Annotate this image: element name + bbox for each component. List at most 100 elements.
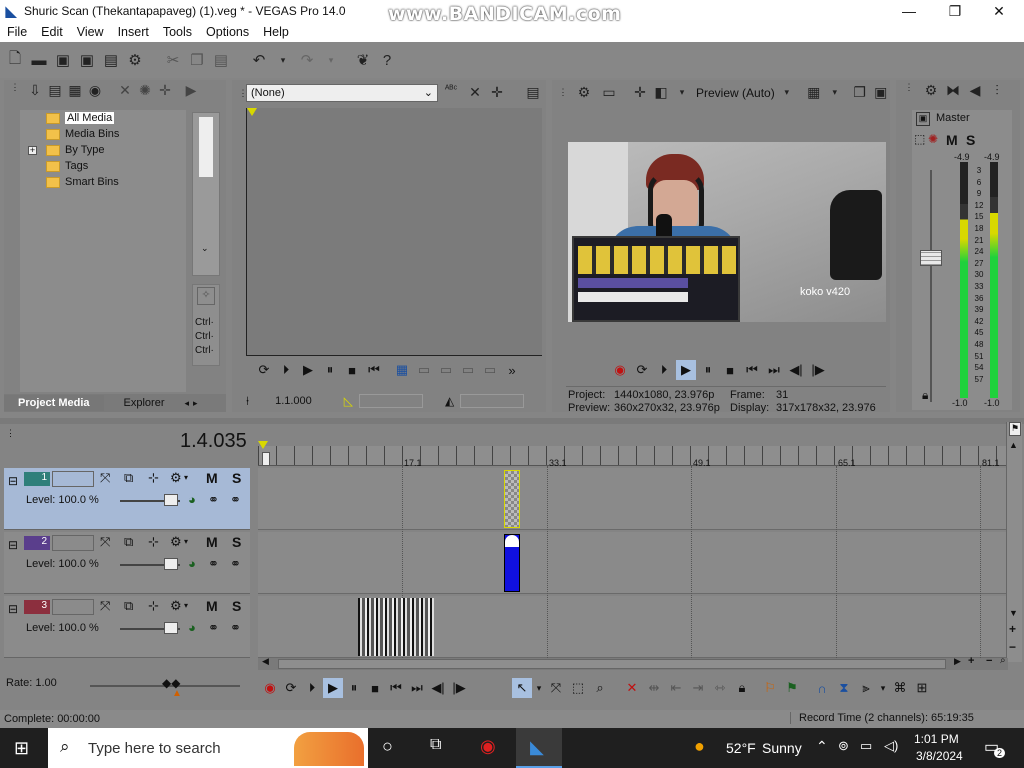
video-clip[interactable] <box>504 534 520 592</box>
add-before-icon[interactable]: ▭ <box>414 360 434 380</box>
scroll-down-icon[interactable]: ⌄ <box>201 243 209 254</box>
compositing-mode-icon[interactable]: ⊹ <box>148 470 159 486</box>
mixer-settings-icon[interactable]: ⫶ <box>988 82 1006 99</box>
new-file-icon[interactable]: 🗋 <box>6 50 24 69</box>
track-lane-2[interactable] <box>258 532 1008 594</box>
media-generator-icon[interactable]: ✛ <box>156 82 174 99</box>
zoom-tool-icon[interactable]: ⌕ <box>590 678 610 698</box>
master-fx-icon[interactable]: ▣ <box>916 112 930 126</box>
track-header-2[interactable]: ⊟ 2 ⤧ ⧉ ⊹ ⚙ ▾ M S Level: 100.0 % ◕ ⚭ ⚭ <box>4 532 250 594</box>
go-to-start-icon[interactable]: ⏮ <box>364 360 384 380</box>
track-gear-dropdown-icon[interactable]: ▾ <box>184 601 188 610</box>
scroll-up-icon[interactable]: ▲ <box>1009 440 1018 450</box>
trimmer-close-icon[interactable]: ✕ <box>466 84 484 101</box>
pause-icon[interactable]: ⏸ <box>698 360 718 380</box>
make-compositing-child-icon[interactable]: ⚭ <box>208 556 219 572</box>
level-slider-thumb[interactable] <box>164 558 178 570</box>
solo-button[interactable]: S <box>232 598 241 614</box>
zoom-out-icon[interactable]: − <box>986 655 992 667</box>
go-to-start-icon[interactable]: ⏮ <box>386 678 406 698</box>
go-to-end-icon[interactable]: ⏭ <box>764 360 784 380</box>
quality-dropdown-icon[interactable]: ▾ <box>778 87 796 98</box>
volume-icon[interactable]: ◁) <box>884 738 898 754</box>
timeline-horizontal-scrollbar[interactable]: ◀ ▶ + − ⌕ <box>258 655 1008 670</box>
previous-frame-icon[interactable]: ◀| <box>428 678 448 698</box>
tab-project-media[interactable]: Project Media <box>4 395 104 411</box>
lock-icon[interactable]: 🔒︎ <box>922 388 928 403</box>
minimize-button[interactable]: — <box>886 0 932 22</box>
auto-crossfade-icon[interactable]: ⧗ <box>834 678 854 698</box>
track-motion-icon[interactable]: ⤧ <box>100 598 110 614</box>
master-fader-track[interactable] <box>930 170 932 402</box>
overlays-grid-icon[interactable]: ▦ <box>805 84 823 101</box>
bypass-motion-blur-icon[interactable]: ◕ <box>188 492 196 507</box>
master-fader-handle[interactable] <box>920 250 942 266</box>
track-name-field[interactable] <box>52 471 94 487</box>
level-slider-thumb[interactable] <box>164 622 178 634</box>
track-gear-icon[interactable]: ⚙ <box>170 598 182 614</box>
undo-dropdown-icon[interactable]: ▾ <box>274 51 292 69</box>
play-icon[interactable]: ▶ <box>298 360 318 380</box>
get-media-icon[interactable]: ▦ <box>66 82 84 99</box>
mute-button[interactable]: M <box>206 598 218 614</box>
ripple-dropdown-icon[interactable]: ▾ <box>878 678 888 698</box>
track-fx-icon[interactable]: ⧉ <box>124 598 133 614</box>
zoom-magnifier-icon[interactable]: ⌕ <box>1000 655 1006 666</box>
next-frame-icon[interactable]: |▶ <box>449 678 469 698</box>
media-scrollbar[interactable] <box>199 117 213 177</box>
insert-marker-icon[interactable]: ⚐ <box>760 678 780 698</box>
timeline-ruler[interactable] <box>258 446 1008 466</box>
tab-explorer[interactable]: Explorer <box>104 395 185 411</box>
spell-check-icon[interactable]: ᴬᴮᶜ <box>442 84 460 95</box>
redo-dropdown-icon[interactable]: ▾ <box>322 51 340 69</box>
cursor-position[interactable]: 1.4.035 <box>180 430 247 453</box>
zoom-in-icon[interactable]: + <box>968 655 974 667</box>
loop-icon[interactable]: ⟳ <box>281 678 301 698</box>
scroll-right-icon[interactable]: ▶ <box>954 656 961 667</box>
split-icon[interactable]: ⇿ <box>710 678 730 698</box>
make-compositing-parent-icon[interactable]: ⚭ <box>230 492 241 508</box>
track-name-field[interactable] <box>52 599 94 615</box>
zoom-in-vertical-icon[interactable]: + <box>1009 622 1016 636</box>
play-from-start-icon[interactable]: ⏵ <box>276 360 296 380</box>
lock-icon[interactable]: 🔒︎ <box>732 678 752 698</box>
normal-edit-tool-icon[interactable]: ↖ <box>512 678 532 698</box>
open-folder-icon[interactable]: ▬ <box>30 51 48 69</box>
maximize-button[interactable]: ❐ <box>932 0 978 22</box>
master-fx-chain-icon[interactable]: ⬚ <box>914 132 925 146</box>
weather-temperature[interactable]: 52°F <box>726 740 756 756</box>
go-to-start-icon[interactable]: ⏮ <box>742 360 762 380</box>
redo-icon[interactable]: ↷ <box>298 51 316 69</box>
cut-icon[interactable]: ✂ <box>164 51 182 69</box>
stop-icon[interactable]: ■ <box>720 360 740 380</box>
menu-edit[interactable]: Edit <box>41 25 63 39</box>
selection-field[interactable] <box>359 394 424 408</box>
envelope-tool-icon[interactable]: ⤧ <box>546 678 566 698</box>
edit-tool-dropdown-icon[interactable]: ▾ <box>534 678 544 698</box>
previous-frame-icon[interactable]: ◀| <box>786 360 806 380</box>
playhead-handle[interactable] <box>262 452 270 466</box>
master-mute-button[interactable]: M <box>946 132 958 148</box>
make-compositing-child-icon[interactable]: ⚭ <box>208 620 219 636</box>
save-as-icon[interactable]: ▣ <box>78 51 96 69</box>
network-icon[interactable]: ▭ <box>860 738 872 754</box>
insert-region-icon[interactable]: ⚑ <box>782 678 802 698</box>
scrollbar-thumb[interactable] <box>278 659 946 669</box>
video-clip[interactable] <box>358 598 434 656</box>
trimmer-options-icon[interactable]: ▤ <box>524 84 542 101</box>
minimize-track-icon[interactable]: ⊟ <box>8 602 18 616</box>
clock-time[interactable]: 1:01 PM <box>914 732 959 746</box>
menu-help[interactable]: Help <box>263 25 289 39</box>
menu-tools[interactable]: Tools <box>163 25 192 39</box>
external-monitor-icon[interactable]: ▭ <box>600 84 618 101</box>
menu-insert[interactable]: Insert <box>118 25 149 39</box>
task-view-icon[interactable]: ○ <box>382 736 393 757</box>
mixer-properties-icon[interactable]: ⚙ <box>922 82 940 99</box>
web-media-icon[interactable]: ◉ <box>86 82 104 99</box>
copy-snapshot-icon[interactable]: ❐ <box>851 84 869 101</box>
trim-start-icon[interactable]: ⇤ <box>666 678 686 698</box>
clock-date[interactable]: 3/8/2024 <box>916 749 963 763</box>
menu-file[interactable]: File <box>7 25 27 39</box>
trimmer-move-icon[interactable]: ✛ <box>488 84 506 101</box>
track-gear-icon[interactable]: ⚙ <box>170 534 182 550</box>
